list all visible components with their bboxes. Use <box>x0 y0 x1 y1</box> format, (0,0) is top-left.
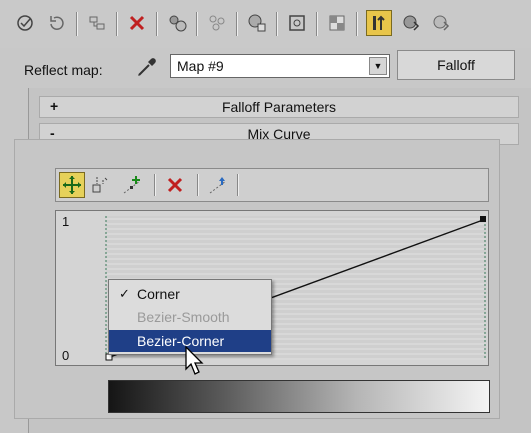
chevron-down-icon[interactable]: ▼ <box>369 57 387 75</box>
link-icon[interactable] <box>84 10 110 36</box>
y-min-label: 0 <box>62 348 70 363</box>
background-icon[interactable] <box>244 10 270 36</box>
delete-point-icon[interactable] <box>162 172 188 198</box>
move-icon[interactable] <box>59 172 85 198</box>
delete-icon[interactable] <box>124 10 150 36</box>
menu-item-corner[interactable]: ✓ Corner <box>109 283 271 305</box>
checkmark-icon: ✓ <box>119 286 130 301</box>
map-name-dropdown[interactable]: Map #9 ▼ <box>170 54 390 78</box>
menu-item-label: Bezier-Smooth <box>137 309 230 325</box>
rollout-title: Falloff Parameters <box>221 99 337 115</box>
falloff-gradient-preview <box>108 380 490 413</box>
map-type-button[interactable]: Falloff <box>397 50 515 80</box>
scale-point-icon[interactable] <box>87 172 113 198</box>
particle-icon[interactable] <box>204 10 230 36</box>
sample-icon[interactable] <box>284 10 310 36</box>
menu-item-label: Corner <box>137 286 180 302</box>
checker-icon[interactable] <box>324 10 350 36</box>
show-in-viewport-icon[interactable] <box>366 10 392 36</box>
falloff-parameters-rollout[interactable]: + Falloff Parameters <box>39 96 519 118</box>
menu-item-label: Bezier-Corner <box>137 333 225 349</box>
reflect-map-label: Reflect map: <box>24 62 103 78</box>
material-icon[interactable] <box>164 10 190 36</box>
eyedropper-icon[interactable] <box>134 54 160 80</box>
curve-toolbar <box>55 168 489 202</box>
map-name-value: Map #9 <box>177 58 224 74</box>
go-forward-icon[interactable] <box>428 10 454 36</box>
mouse-cursor-icon <box>184 345 206 377</box>
camera-icon[interactable] <box>12 10 38 36</box>
undo-icon[interactable] <box>44 10 70 36</box>
point-type-context-menu: ✓ Corner Bezier-Smooth Bezier-Corner <box>108 279 272 355</box>
curve-endpoint[interactable] <box>480 216 486 222</box>
reset-curve-icon[interactable] <box>205 172 231 198</box>
menu-item-bezier-smooth: Bezier-Smooth <box>109 306 271 328</box>
go-parent-icon[interactable] <box>398 10 424 36</box>
add-point-icon[interactable] <box>119 172 145 198</box>
y-max-label: 1 <box>62 214 70 229</box>
material-editor-toolbar <box>0 0 531 48</box>
